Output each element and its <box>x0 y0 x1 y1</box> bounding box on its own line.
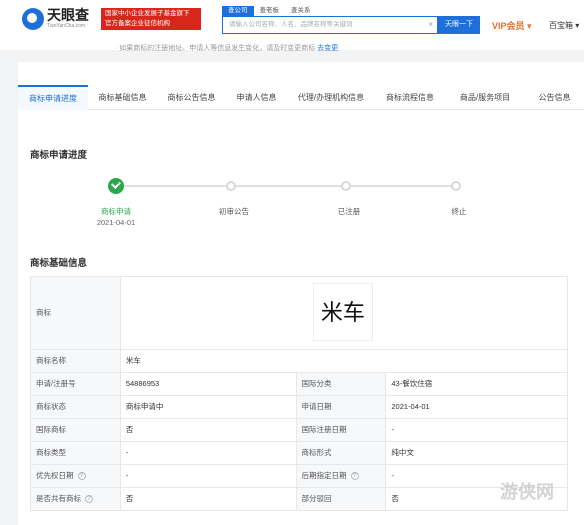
table-row: 商标类型 - 商标形式 纯中文 <box>31 442 569 465</box>
logo-eye-icon <box>22 8 44 30</box>
cell-value: 米车 <box>121 350 568 372</box>
gov-badge-line2: 官方备案企业征信机构 <box>105 20 170 27</box>
check-icon <box>108 178 124 194</box>
logo-name: 天眼查 <box>47 7 89 23</box>
vip-menu[interactable]: VIP会员 ▾ <box>492 19 532 32</box>
cell-value: 否 <box>121 419 297 441</box>
later-designation-label: 后期指定日期 <box>301 471 347 480</box>
tab-announcement[interactable]: 商标公告信息 <box>157 85 226 110</box>
shared-trademark-label: 是否共有商标 <box>36 494 81 503</box>
cell-value: 否 <box>121 488 297 510</box>
search-button[interactable]: 天眼一下 <box>438 16 480 34</box>
basic-info-title: 商标基础信息 <box>30 258 88 269</box>
table-row: 是否共有商标? 否 部分驳回 否 <box>31 488 569 511</box>
step-label-terminated: 终止 <box>451 207 467 216</box>
help-icon[interactable]: ? <box>85 495 93 504</box>
table-row: 商标 米车 <box>31 277 568 350</box>
trademark-label: 商标 <box>31 277 121 349</box>
step-dot-icon <box>341 181 351 191</box>
step-label-preliminary: 初审公告 <box>219 207 249 216</box>
table-row: 商标名称 米车 <box>31 350 568 373</box>
step-label-registered: 已注册 <box>337 207 361 216</box>
step-dot-icon <box>226 181 236 191</box>
cell-label: 商标形式 <box>296 442 387 464</box>
cell-label: 商标名称 <box>31 350 121 372</box>
change-notice: · 如果商标的注册地址、申请人等信息发生变化，请及时变更商标 去变更 <box>115 43 338 53</box>
cell-value: 纯中文 <box>386 442 569 464</box>
logo-subtitle: TianYanCha.com <box>47 23 86 29</box>
tab-agency[interactable]: 代理/办理机构信息 <box>287 85 375 110</box>
cell-label: 后期指定日期? <box>296 465 387 487</box>
cell-value: 54886953 <box>121 373 297 395</box>
tab-applicant[interactable]: 申请人信息 <box>226 85 287 110</box>
site-logo[interactable]: 天眼查 TianYanCha.com <box>22 8 89 30</box>
search-tab-boss[interactable]: 查老板 <box>254 6 286 16</box>
search-tab-relation[interactable]: 查关系 <box>285 6 317 16</box>
cell-value: - <box>121 442 297 464</box>
cell-value: - <box>121 465 297 487</box>
clear-icon[interactable]: × <box>428 17 433 33</box>
step-label-applied: 商标申请 <box>101 207 131 216</box>
cell-label: 商标状态 <box>31 396 121 418</box>
search-type-tabs: 查公司 查老板 查关系 <box>222 6 317 16</box>
cell-value: - <box>386 419 569 441</box>
progress-steps: 商标申请 2021-04-01 初审公告 已注册 终止 <box>18 170 584 230</box>
basic-info-table: 商标 米车 商标名称 米车 申请/注册号 54886953 国际分类 43-餐饮… <box>30 276 569 511</box>
cell-label: 国际分类 <box>296 373 387 395</box>
cell-label: 申请日期 <box>296 396 387 418</box>
watermark-logo: 游侠网 <box>500 482 554 502</box>
tab-process[interactable]: 商标流程信息 <box>375 85 445 110</box>
cell-label: 国际商标 <box>31 419 121 441</box>
cell-label: 优先权日期? <box>31 465 121 487</box>
cell-label: 申请/注册号 <box>31 373 121 395</box>
cell-label: 商标类型 <box>31 442 121 464</box>
progress-title: 商标申请进度 <box>30 150 88 161</box>
search-placeholder: 请输入公司名称、人名、品牌名称等关键词 <box>229 21 353 28</box>
tab-goods-services[interactable]: 商品/服务项目 <box>445 85 525 110</box>
cell-label: 部分驳回 <box>296 488 387 510</box>
gov-badge[interactable]: 国家中小企业发展子基金旗下 官方备案企业征信机构 <box>101 8 201 30</box>
search-tab-company[interactable]: 查公司 <box>222 6 254 16</box>
tab-basic-info[interactable]: 商标基础信息 <box>88 85 157 110</box>
help-icon[interactable]: ? <box>77 472 86 481</box>
table-row: 申请/注册号 54886953 国际分类 43-餐饮住宿 <box>31 373 569 396</box>
cell-value: 商标申请中 <box>121 396 297 418</box>
step-date-applied: 2021-04-01 <box>96 218 136 227</box>
help-icon[interactable]: ? <box>350 472 359 481</box>
tab-notice[interactable]: 公告信息 <box>525 85 584 110</box>
trademark-card: 商标申请进度 商标基础信息 商标公告信息 申请人信息 代理/办理机构信息 商标流… <box>18 62 584 525</box>
trademark-image[interactable]: 米车 <box>312 283 373 341</box>
change-link[interactable]: 去变更 <box>317 45 338 52</box>
priority-date-label: 优先权日期 <box>36 471 74 480</box>
notice-text: 如果商标的注册地址、申请人等信息发生变化，请及时变更商标 <box>119 45 316 52</box>
cell-label: 是否共有商标? <box>31 488 121 510</box>
cell-value: 2021-04-01 <box>386 396 569 418</box>
table-row: 商标状态 商标申请中 申请日期 2021-04-01 <box>31 396 569 419</box>
gov-badge-line1: 国家中小企业发展子基金旗下 <box>105 10 190 17</box>
progress-line <box>124 185 458 187</box>
cell-value: 43-餐饮住宿 <box>386 373 569 395</box>
table-row: 国际商标 否 国际注册日期 - <box>31 419 569 442</box>
table-row: 优先权日期? - 后期指定日期? - <box>31 465 569 488</box>
user-menu[interactable]: 百宝箱 ▾ <box>549 20 579 31</box>
detail-tabs: 商标申请进度 商标基础信息 商标公告信息 申请人信息 代理/办理机构信息 商标流… <box>18 85 584 110</box>
search-input[interactable]: 请输入公司名称、人名、品牌名称等关键词 × <box>222 16 438 34</box>
trademark-image-cell: 米车 <box>121 277 568 349</box>
cell-label: 国际注册日期 <box>296 419 387 441</box>
step-dot-icon <box>451 181 461 191</box>
tab-progress[interactable]: 商标申请进度 <box>18 85 88 110</box>
